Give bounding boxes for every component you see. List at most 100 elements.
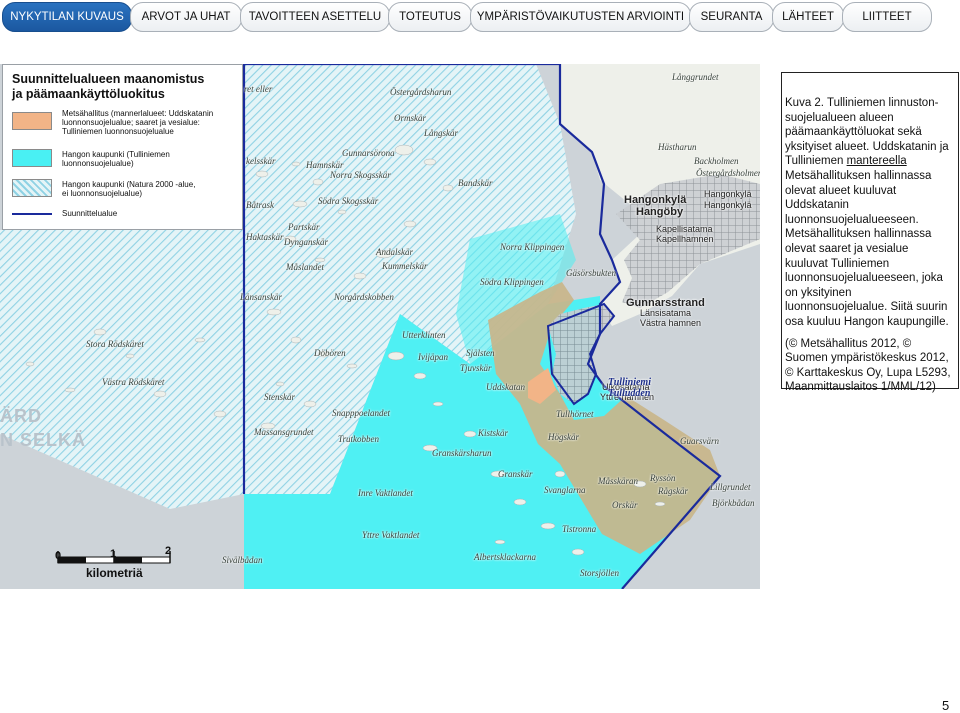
caption-paragraph: Kuva 2. Tulliniemen linnuston-suojelualu…	[785, 96, 954, 330]
label-bjorkbadan: Björkbådan	[712, 498, 755, 508]
label-masskaran: Måsskäran	[598, 476, 638, 486]
label-trutkobben: Trutkobben	[338, 434, 380, 444]
legend-text-line: Hangon kaupunki (Tulliniemen	[62, 150, 170, 159]
label-hastharun: Hästharun	[658, 142, 697, 152]
label-tullhornet: Tullhörnet	[556, 409, 594, 419]
caption-text-part: Metsähallituksen hallinnassa olevat alue…	[785, 169, 949, 328]
label-lansisatama: Länsisatama	[640, 308, 692, 318]
tab-ymparistovaikutusten-arviointi[interactable]: YMPÄRISTÖVAIKUTUSTEN ARVIOINTI	[470, 2, 691, 32]
legend-title-line-1: Suunnittelualueen maanomistus	[12, 72, 205, 86]
scale-tick-2: 2	[165, 545, 172, 557]
label-albertsklackarna: Albertsklackarna	[474, 552, 536, 562]
legend-title: Suunnittelualueen maanomistus ja päämaan…	[12, 72, 204, 102]
label-tjuvskar: Tjuvskär	[460, 363, 492, 373]
tab-seuranta[interactable]: SEURANTA	[689, 2, 774, 32]
scale-tick-0: 0	[55, 550, 62, 562]
label-ryssön: Ryssön	[650, 473, 676, 483]
label-haktaskar: Haktaskär	[246, 232, 284, 242]
label-granskar: Granskär	[498, 469, 533, 479]
label-ostergardsharun: Östergårdsharun	[390, 87, 452, 97]
legend-swatch-tan	[12, 112, 52, 130]
label-storsjollen: Storsjöllen	[580, 568, 620, 578]
label-langskar: Långskär	[424, 128, 459, 138]
label-norra-skogsskar: Norra Skogsskär	[330, 170, 391, 180]
tab-lahteet[interactable]: LÄHTEET	[772, 2, 844, 32]
caption-credits: (© Metsähallitus 2012, © Suomen ympärist…	[785, 337, 951, 394]
legend-text-line: Suunnittelualue	[62, 209, 118, 218]
label-inre-vaktlandet: Inre Vaktlandet	[358, 488, 413, 498]
label-maslandet: Måslandet	[286, 262, 324, 272]
label-hangoby: Hangöby	[636, 206, 684, 218]
label-ret-eller: ret eller	[244, 84, 273, 94]
top-navigation: NYKYTILAN KUVAUS ARVOT JA UHAT TAVOITTEE…	[2, 2, 932, 32]
label-utterklinten: Utterklinten	[402, 330, 446, 340]
label-backholmen: Backholmen	[694, 156, 739, 166]
label-tistronna: Tistronna	[562, 524, 597, 534]
label-partskar: Partskär	[288, 222, 320, 232]
label-vastra-rodskaret: Västra Rödskäret	[102, 377, 165, 387]
label-granskarsharun: Granskärsharun	[432, 448, 492, 458]
label-ivijapan: Ivijäpan	[418, 352, 448, 362]
legend-text-metsahallitus: Metsähallitus (mannerlalueet: Uddskatani…	[62, 109, 242, 136]
tab-nykytilan-kuvaus[interactable]: NYKYTILAN KUVAUS	[2, 2, 132, 32]
label-gasorsbukten: Gäsörsbukten	[566, 268, 616, 278]
label-snapppoelandet: Snapppoelandet	[332, 408, 390, 418]
caption-underlined-word: mantereella	[846, 155, 907, 168]
label-hangonkyla: Hangonkylä	[624, 194, 687, 206]
label-guarsvarn: Guarsvärn	[680, 436, 720, 446]
label-uddskatan: Uddskatan	[486, 382, 525, 392]
legend-text-line: Hangon kaupunki (Natura 2000 -alue,	[62, 180, 196, 189]
label-stora-rodskaret: Stora Rödskäret	[86, 339, 144, 349]
label-lansanskar: Länsanskär	[240, 292, 283, 302]
label-tulludden: Tulludden	[608, 388, 651, 399]
legend-text-line: ei luonnonsuojelualue)	[62, 189, 143, 198]
page-number: 5	[942, 698, 950, 713]
label-andalskar: Andalskär	[376, 247, 413, 257]
label-kummelskar: Kummelskär	[382, 261, 428, 271]
label-kelsskar: kelsskär	[246, 156, 276, 166]
label-orskar: Orskär	[612, 500, 638, 510]
legend-title-line-2: ja päämaankäyttöluokitus	[12, 87, 165, 101]
label-bandskar: Bandskär	[458, 178, 493, 188]
label-sodra-klippingen: Södra Klippingen	[480, 277, 544, 287]
label-svanglarna: Svanglarna	[544, 485, 586, 495]
legend-text-boundary: Suunnittelualue	[62, 209, 242, 218]
label-doboren: Döbören	[314, 348, 346, 358]
label-langgrundet: Långgrundet	[672, 72, 719, 82]
label-n-selka: N SELKÄ	[0, 430, 87, 450]
legend-swatch-hatch	[12, 179, 52, 197]
map-legend: Suunnittelualueen maanomistus ja päämaan…	[2, 64, 243, 230]
legend-text-line: Tulliniemen luonnonsuojelualue	[62, 127, 174, 136]
label-sjalsten: Själsten	[466, 348, 495, 358]
label-sodra-skogsskar: Södra Skogsskär	[318, 196, 379, 206]
label-ormskar: Ormskär	[394, 113, 427, 123]
label-vastra-hamnen: Västra hamnen	[640, 318, 702, 328]
label-yttre-vaktlandet: Yttre Vaktlandet	[362, 530, 420, 540]
legend-text-line: luonnonsuojelualue)	[62, 159, 134, 168]
label-norra-klippingen: Norra Klippingen	[500, 242, 565, 252]
legend-text-line: luonnonsuojelualue; saaret ja vesialue:	[62, 118, 200, 127]
label-kistskar: Kistskär	[478, 428, 509, 438]
figure-caption: Kuva 2. Tulliniemen linnuston-suojelualu…	[781, 72, 959, 393]
tab-liitteet[interactable]: LIITTEET	[842, 2, 932, 32]
legend-text-line: Metsähallitus (mannerlalueet: Uddskatani…	[62, 109, 214, 118]
label-hangonkyla-small-1: Hangonkylä	[704, 189, 752, 199]
label-kapellhamnen: Kapellhamnen	[656, 234, 714, 244]
scale-tick-1: 1	[110, 548, 117, 560]
label-hamnskar: Hamnskär	[306, 160, 344, 170]
label-sivalbadan: Sivälbådan	[222, 555, 263, 565]
label-stenskar: Stenskär	[264, 392, 295, 402]
label-tulliniemi: Tulliniemi	[608, 377, 651, 388]
legend-text-natura: Hangon kaupunki (Natura 2000 -alue, ei l…	[62, 180, 242, 198]
scale-unit: kilometriä	[86, 566, 143, 580]
label-hogskar: Högskär	[548, 432, 579, 442]
label-ostergardsholmen: Östergårdsholmen	[696, 168, 760, 178]
tab-toteutus[interactable]: TOTEUTUS	[388, 2, 472, 32]
legend-text-hanko-protected: Hangon kaupunki (Tulliniemen luonnonsuoj…	[62, 150, 242, 168]
tab-arvot-ja-uhat[interactable]: ARVOT JA UHAT	[130, 2, 242, 32]
legend-swatch-cyan	[12, 149, 52, 167]
legend-swatch-line	[12, 213, 52, 215]
label-kapellisatama: Kapellisatama	[656, 224, 713, 234]
label-massansgrundet: Massansgrundet	[254, 427, 314, 437]
tab-tavoitteen-asettelu[interactable]: TAVOITTEEN ASETTELU	[240, 2, 390, 32]
